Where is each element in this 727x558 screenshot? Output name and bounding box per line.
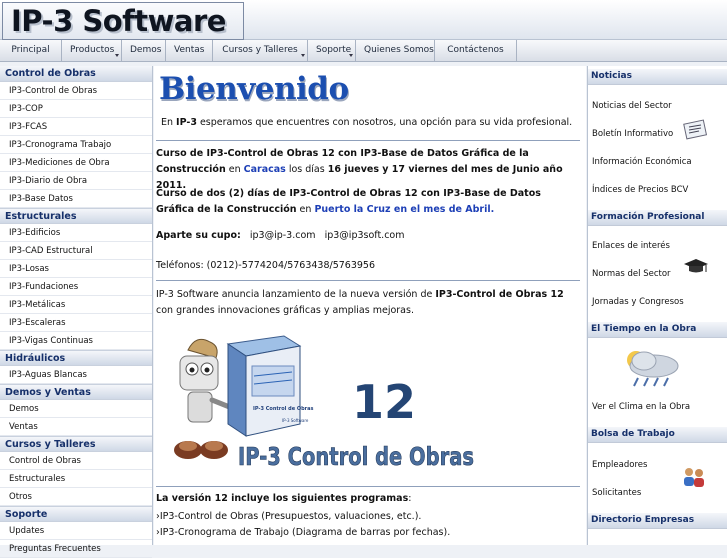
main-content: Bienvenido En IP-3 esperamos que encuent… <box>154 66 586 545</box>
sidebar-item[interactable]: Control de Obras <box>0 452 152 470</box>
directory-heading[interactable]: Directorio Empresas <box>588 513 727 529</box>
announce-pre: IP-3 Software anuncia lanzamiento de la … <box>156 289 436 300</box>
section-cursos-talleres: Cursos y Talleres <box>0 436 152 452</box>
email-link-1[interactable]: ip3@ip-3.com <box>250 230 316 241</box>
news-item[interactable]: Boletín Informativo <box>592 129 673 139</box>
cupo-text: Aparte su cupo: ip3@ip-3.com ip3@ip3soft… <box>156 228 582 244</box>
training-item[interactable]: Jornadas y Congresos <box>592 297 684 307</box>
sidebar-item[interactable]: IP3-Vigas Continuas <box>0 332 152 350</box>
sidebar-item[interactable]: IP3-Base Datos <box>0 190 152 208</box>
training-item[interactable]: Normas del Sector <box>592 269 671 279</box>
sidebar-item[interactable]: Estructurales <box>0 470 152 488</box>
divider <box>156 140 580 141</box>
announce-product: IP3-Control de Obras 12 <box>435 289 564 300</box>
sidebar-item[interactable]: Otros <box>0 488 152 506</box>
nav-contactenos[interactable]: Contáctenos <box>435 40 517 62</box>
program-label: IP3-Cronograma de Trabajo (Diagrama de b… <box>159 527 451 538</box>
section-demos-ventas: Demos y Ventas <box>0 384 152 400</box>
nav-ventas[interactable]: Ventas <box>166 40 213 62</box>
sidebar-item[interactable]: Updates <box>0 522 152 540</box>
news-item[interactable]: Información Económica <box>592 157 692 167</box>
nav-productos[interactable]: Productos <box>62 40 122 62</box>
programs-pre: La versión 12 incluye los siguientes pro… <box>156 493 409 504</box>
section-hidraulicos: Hidráulicos <box>0 350 152 366</box>
sidebar-item[interactable]: Preguntas Frecuentes <box>0 540 152 558</box>
weather-link[interactable]: Ver el Clima en la Obra <box>592 402 690 412</box>
newspaper-icon <box>683 119 708 140</box>
section-estructurales: Estructurales <box>0 208 152 224</box>
section-soporte: Soporte <box>0 506 152 522</box>
programs-colon: : <box>408 493 412 504</box>
training-heading: Formación Profesional <box>588 210 727 226</box>
right-sidebar: Noticias Noticias del Sector Boletín Inf… <box>587 66 727 545</box>
news-item[interactable]: Índices de Precios BCV <box>592 185 688 195</box>
header-bar: IP-3 Software <box>0 0 727 40</box>
product-caption: IP-3 Control de Obras <box>238 442 474 471</box>
sidebar-item[interactable]: IP3-Aguas Blancas <box>0 366 152 384</box>
email-link-2[interactable]: ip3@ip3soft.com <box>325 230 405 241</box>
sidebar-item[interactable]: IP3-CAD Estructural <box>0 242 152 260</box>
divider <box>156 486 580 487</box>
phones-text: Teléfonos: (0212)-5774204/5763438/576395… <box>156 260 376 271</box>
sidebar-item[interactable]: IP3-COP <box>0 100 152 118</box>
sidebar-item[interactable]: IP3-Escaleras <box>0 314 152 332</box>
jobs-item[interactable]: Solicitantes <box>592 488 641 498</box>
box-label: IP-3 Control de Obras <box>253 406 314 412</box>
intro-post: esperamos que encuentres con nosotros, u… <box>196 117 573 128</box>
main-nav: Principal Productos Demos Ventas Cursos … <box>0 40 727 62</box>
news-heading: Noticias <box>588 69 727 85</box>
intro-pre: En <box>161 117 177 128</box>
sidebar-item[interactable]: IP3-FCAS <box>0 118 152 136</box>
course2-en: en <box>296 204 315 215</box>
weather-heading: El Tiempo en la Obra <box>588 322 727 338</box>
logo-text: IP-3 Software <box>11 4 226 38</box>
course1-city-link[interactable]: Caracas <box>244 164 286 175</box>
nav-soporte[interactable]: Soporte <box>308 40 356 62</box>
sidebar-item[interactable]: IP3-Control de Obras <box>0 82 152 100</box>
software-box-icon: IP-3 Control de Obras IP-3 Software <box>226 335 314 437</box>
news-item[interactable]: Noticias del Sector <box>592 101 672 111</box>
divider <box>156 280 580 281</box>
site-logo[interactable]: IP-3 Software <box>2 2 244 40</box>
nav-principal[interactable]: Principal <box>0 40 62 62</box>
sidebar-item[interactable]: IP3-Cronograma Trabajo <box>0 136 152 154</box>
section-control-de-obras: Control de Obras <box>0 66 152 82</box>
cupo-label: Aparte su cupo: <box>156 230 241 241</box>
course2-text: Curso de dos (2) días de IP3-Control de … <box>156 186 582 218</box>
jobs-item[interactable]: Empleadores <box>592 460 647 470</box>
course1-dias: los días <box>285 164 328 175</box>
sidebar-item[interactable]: Demos <box>0 400 152 418</box>
sidebar-item[interactable]: IP3-Losas <box>0 260 152 278</box>
graduation-cap-icon <box>684 259 708 273</box>
sidebar-item[interactable]: IP3-Edificios <box>0 224 152 242</box>
course1-en: en <box>225 164 244 175</box>
course2-place-link[interactable]: Puerto la Cruz en el mes de Abril. <box>314 204 494 215</box>
announce-post: con grandes innovaciones gráficas y ampl… <box>156 305 414 316</box>
sidebar-item[interactable]: IP3-Mediciones de Obra <box>0 154 152 172</box>
program-label: IP3-Control de Obras (Presupuestos, valu… <box>159 511 422 522</box>
training-item[interactable]: Enlaces de interés <box>592 241 670 251</box>
box-brand: IP-3 Software <box>282 418 309 423</box>
program-item: ›IP3-Cronograma de Trabajo (Diagrama de … <box>156 525 582 541</box>
sidebar-item[interactable]: IP3-Fundaciones <box>0 278 152 296</box>
intro-brand: IP-3 <box>176 117 197 128</box>
nav-demos[interactable]: Demos <box>122 40 166 62</box>
mascot-icon <box>174 338 235 459</box>
welcome-heading: Bienvenido <box>159 71 349 107</box>
product-image[interactable]: IP-3 Control de Obras IP-3 Software 12 I… <box>166 332 478 472</box>
people-icon <box>684 468 704 487</box>
left-sidebar: Control de Obras IP3-Control de Obras IP… <box>0 66 153 558</box>
sidebar-item[interactable]: IP3-Metálicas <box>0 296 152 314</box>
version-number: 12 <box>352 375 416 429</box>
sidebar-item[interactable]: Ventas <box>0 418 152 436</box>
nav-cursos[interactable]: Cursos y Talleres <box>213 40 308 62</box>
intro-text: En IP-3 esperamos que encuentres con nos… <box>161 115 587 131</box>
nav-quienes-somos[interactable]: Quienes Somos <box>356 40 435 62</box>
announce-text: IP-3 Software anuncia lanzamiento de la … <box>156 287 582 319</box>
sidebar-item[interactable]: IP3-Diario de Obra <box>0 172 152 190</box>
programs-intro: La versión 12 incluye los siguientes pro… <box>156 491 582 507</box>
weather-rain-icon <box>627 351 679 387</box>
program-item: ›IP3-Control de Obras (Presupuestos, val… <box>156 509 582 525</box>
jobs-heading: Bolsa de Trabajo <box>588 427 727 443</box>
